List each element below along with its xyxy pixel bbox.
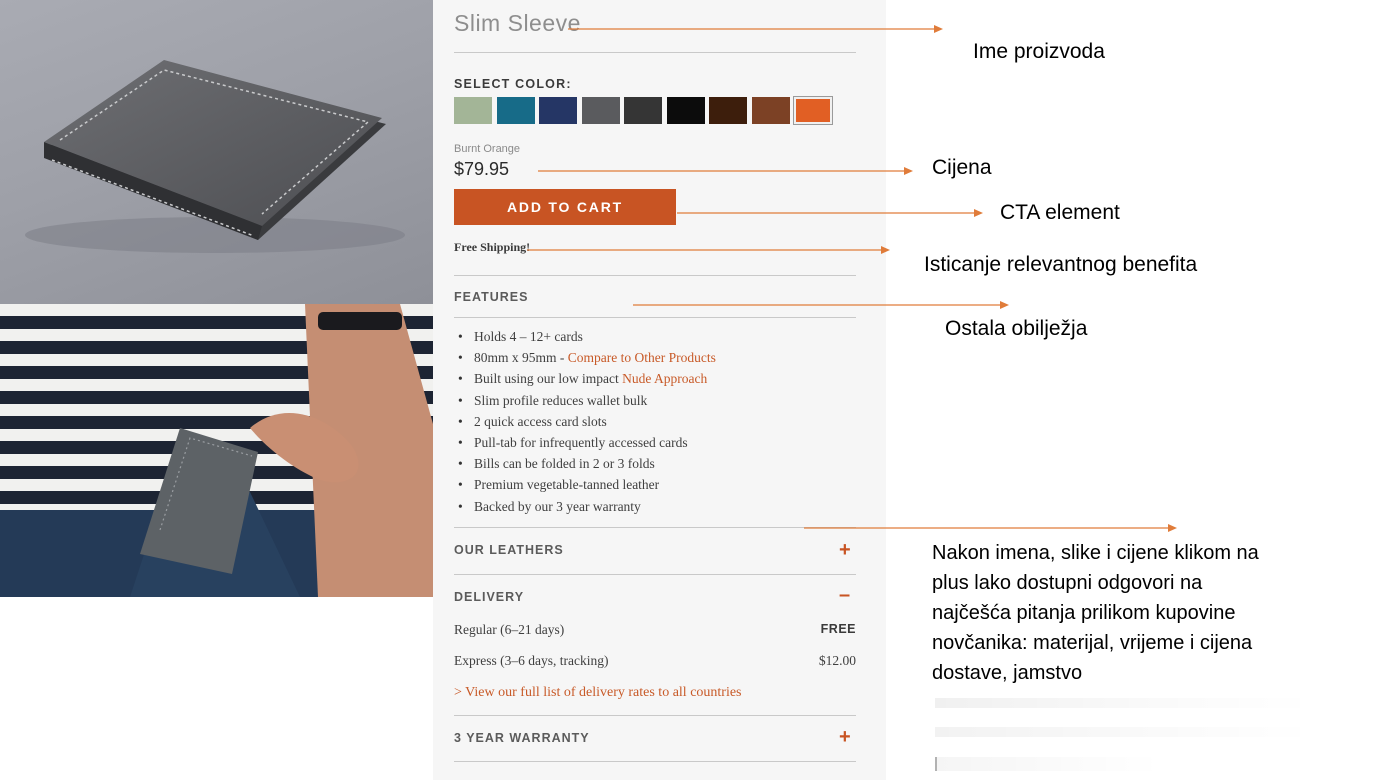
note-price: Cijena	[932, 156, 992, 179]
faded-text-remnant	[935, 698, 1315, 708]
note-faq-line: plus lako dostupni odgovori na	[932, 572, 1203, 594]
arrowhead	[1000, 301, 1009, 309]
arrowhead	[904, 167, 913, 175]
arrowhead	[934, 25, 943, 33]
note-features: Ostala obilježja	[945, 317, 1088, 340]
note-faq: Nakon imena, slike i cijene klikom na plu…	[932, 538, 1332, 688]
note-benefit: Isticanje relevantnog benefita	[924, 253, 1198, 276]
arrowhead	[881, 246, 890, 254]
note-faq-line: dostave, jamstvo	[932, 662, 1083, 684]
note-faq-line: novčanika: materijal, vrijeme i cijena	[932, 632, 1253, 654]
note-faq-line: Nakon imena, slike i cijene klikom na	[932, 542, 1259, 564]
note-product-name: Ime proizvoda	[973, 40, 1105, 63]
arrowhead	[974, 209, 983, 217]
note-cta: CTA element	[1000, 201, 1120, 224]
faded-text-remnant	[935, 727, 1315, 737]
note-faq-line: najčešća pitanja prilikom kupovine	[932, 602, 1236, 624]
arrowhead	[1168, 524, 1177, 532]
faded-text-remnant	[935, 757, 1315, 771]
